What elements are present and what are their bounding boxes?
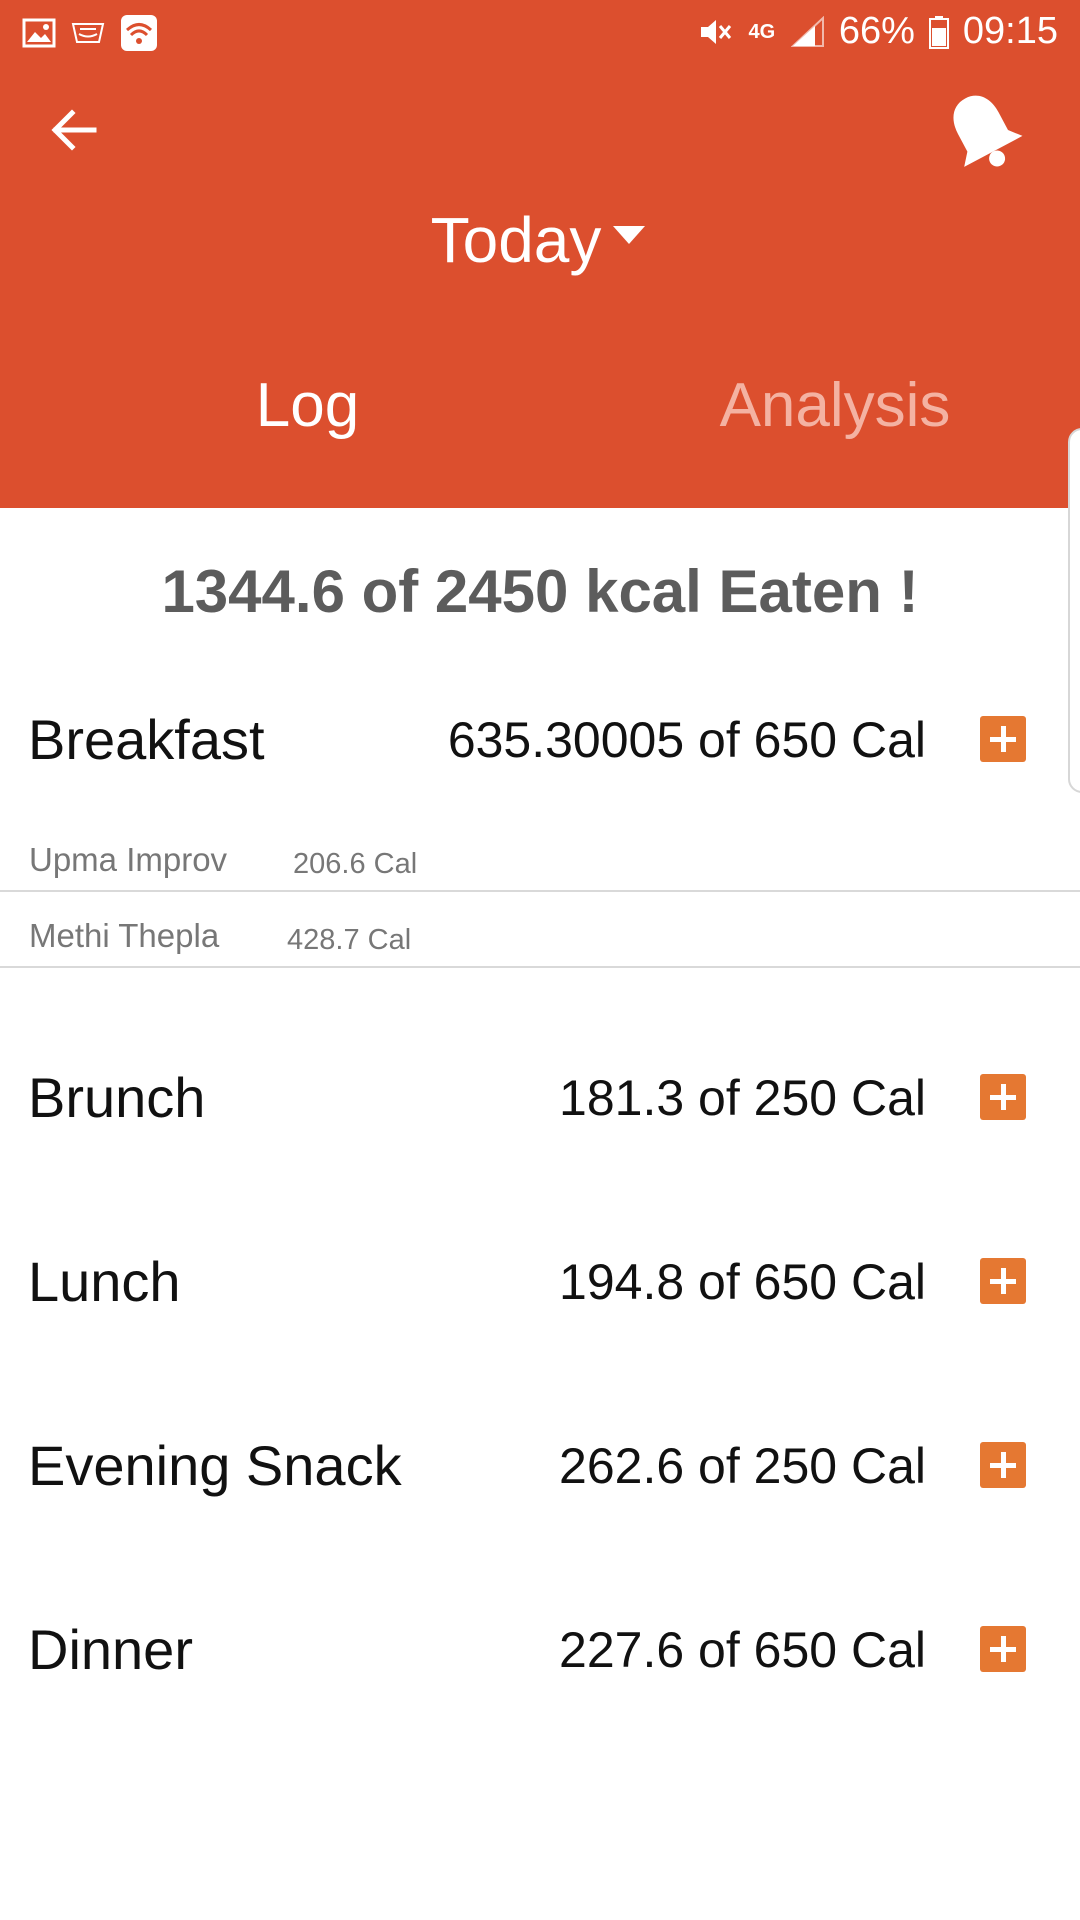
date-selector[interactable]: Today	[0, 195, 1080, 285]
meal-calories: 635.30005 of 650 Cal	[447, 712, 926, 768]
meal-name: Brunch	[28, 1066, 206, 1129]
wifi-icon	[120, 14, 158, 52]
food-name: Upma Improv	[29, 841, 228, 878]
back-arrow-icon	[51, 109, 97, 151]
notifications-button[interactable]	[938, 82, 1028, 182]
meal-calories: 262.6 of 250 Cal	[559, 1438, 926, 1494]
add-lunch-button[interactable]	[980, 1258, 1026, 1304]
amazon-icon	[70, 18, 106, 48]
food-calories: 206.6 Cal	[293, 848, 418, 880]
meal-row-evening-snack[interactable]: Evening Snack 262.6 of 250 Cal	[0, 1426, 1080, 1506]
tab-analysis[interactable]: Analysis	[620, 355, 1050, 455]
tab-log[interactable]: Log	[0, 355, 615, 455]
calorie-summary: 1344.6 of 2450 kcal Eaten !	[161, 558, 919, 625]
network-type: 4G	[748, 20, 776, 43]
meal-row-lunch[interactable]: Lunch 194.8 of 650 Cal	[0, 1242, 1080, 1322]
status-right-icons: 4G 66% 09:15	[697, 10, 1058, 53]
dropdown-caret-icon	[613, 226, 646, 244]
battery-icon	[928, 15, 949, 49]
status-bar: 4G 66% 09:15	[0, 0, 1080, 70]
add-evening-snack-button[interactable]	[980, 1442, 1026, 1488]
add-breakfast-button[interactable]	[980, 716, 1026, 762]
meal-row-dinner[interactable]: Dinner 227.6 of 650 Cal	[0, 1610, 1080, 1690]
gallery-icon	[22, 18, 56, 48]
mute-icon	[697, 14, 733, 50]
status-left-icons	[22, 14, 158, 52]
clock: 09:15	[962, 10, 1058, 52]
add-brunch-button[interactable]	[980, 1074, 1026, 1120]
meal-name: Breakfast	[28, 708, 265, 771]
food-name: Methi Thepla	[29, 917, 220, 954]
back-button[interactable]	[44, 100, 104, 160]
meal-name: Dinner	[28, 1618, 193, 1681]
tab-bar: Log Analysis	[0, 355, 1080, 455]
food-item[interactable]: Upma Improv 206.6 Cal	[0, 816, 1080, 892]
signal-icon	[790, 15, 825, 48]
meal-row-brunch[interactable]: Brunch 181.3 of 250 Cal	[0, 1058, 1080, 1138]
meal-calories: 194.8 of 650 Cal	[559, 1254, 926, 1310]
bell-icon	[953, 95, 1023, 167]
battery-percent: 66%	[838, 10, 915, 52]
meal-name: Lunch	[28, 1250, 181, 1313]
meal-name: Evening Snack	[28, 1434, 402, 1497]
meal-row-breakfast[interactable]: Breakfast 635.30005 of 650 Cal	[0, 700, 1080, 780]
meal-calories: 181.3 of 250 Cal	[559, 1070, 926, 1126]
food-calories: 428.7 Cal	[287, 924, 412, 956]
food-item[interactable]: Methi Thepla 428.7 Cal	[0, 892, 1080, 968]
meal-calories: 227.6 of 650 Cal	[559, 1622, 926, 1678]
add-dinner-button[interactable]	[980, 1626, 1026, 1672]
date-label: Today	[430, 204, 602, 276]
app-header: 4G 66% 09:15 Today Log Analysis	[0, 0, 1080, 508]
